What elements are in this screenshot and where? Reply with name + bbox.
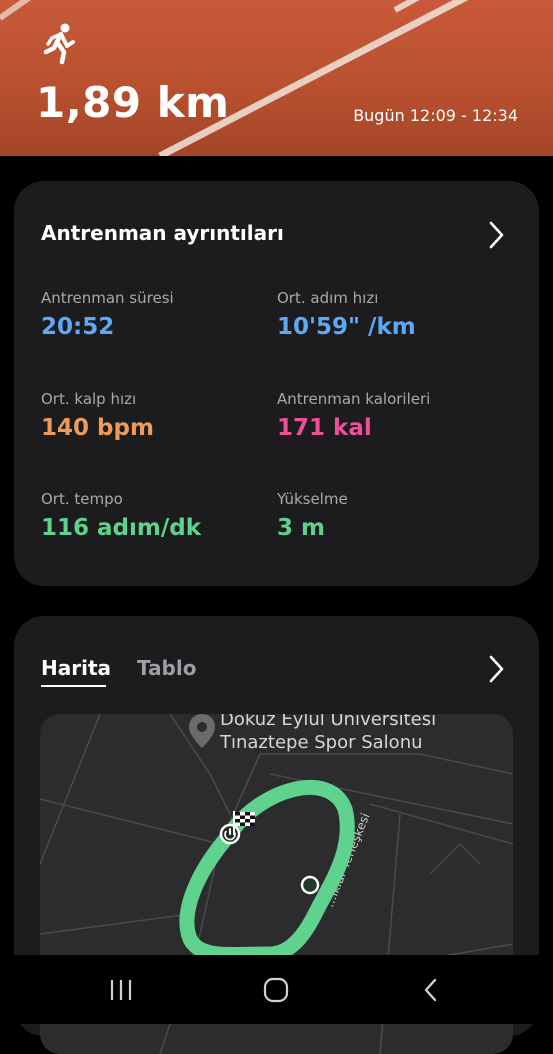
metric-value-cadence: 116 adım/dk [41,515,202,541]
metric-label-duration: Antrenman süresi [41,289,174,307]
card-title: Antrenman ayrıntıları [41,221,284,245]
tab-table[interactable]: Tablo [137,656,196,680]
route-point-icon [300,875,320,899]
metric-label-calories: Antrenman kalorileri [277,390,431,408]
system-navigation-bar [0,955,553,1024]
metric-value-elevation: 3 m [277,515,325,541]
finish-flag-icon [230,809,258,841]
metric-value-pace: 10'59" /km [277,314,416,340]
tab-underline [41,685,106,687]
metric-label-cadence: Ort. tempo [41,490,123,508]
metric-value-calories: 171 kal [277,415,372,441]
metric-label-heart-rate: Ort. kalp hızı [41,390,137,408]
tab-map[interactable]: Harita [41,656,111,680]
metric-label-elevation: Yükselme [277,490,348,508]
back-icon[interactable] [411,975,451,1005]
metric-value-heart-rate: 140 bpm [41,415,154,441]
chevron-right-icon[interactable] [486,654,506,684]
chevron-right-icon[interactable] [486,220,506,250]
home-icon[interactable] [256,975,296,1005]
workout-header: 1,89 km Bugün 12:09 - 12:34 [0,0,553,156]
distance-value: 1,89 km [36,78,230,127]
workout-details-card[interactable]: Antrenman ayrıntıları Antrenman süresi 2… [14,181,539,586]
recent-apps-icon[interactable] [101,975,141,1005]
time-range: Bugün 12:09 - 12:34 [353,106,518,125]
metric-value-duration: 20:52 [41,314,115,340]
metric-label-pace: Ort. adım hızı [277,289,379,307]
runner-icon [40,22,80,66]
